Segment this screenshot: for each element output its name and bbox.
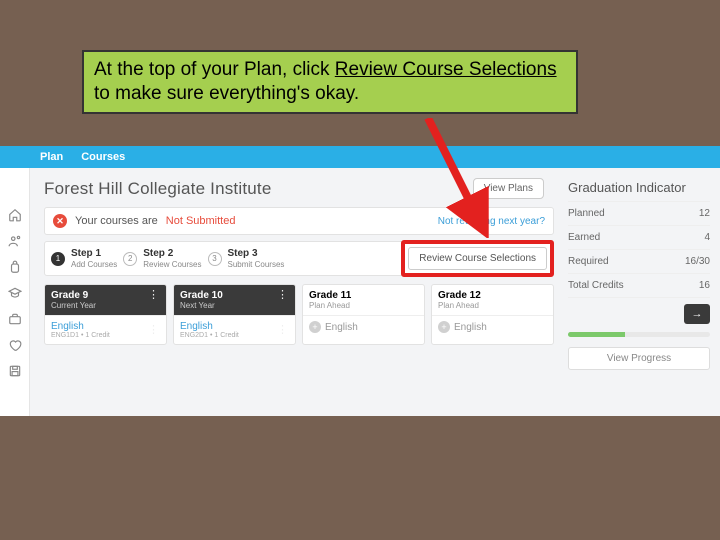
indicator-row-required: Required 16/30 — [568, 249, 710, 273]
left-sidebar — [0, 168, 30, 416]
grade-12-add[interactable]: + English — [432, 315, 553, 338]
indicator-value: 16/30 — [685, 256, 710, 267]
more-icon[interactable]: ⋮ — [148, 325, 160, 336]
grade-12-column: Grade 12 Plan Ahead + English — [431, 284, 554, 345]
view-progress-button[interactable]: View Progress — [568, 347, 710, 370]
grade-columns: Grade 9 Current Year ⋮ English ENG1D1 • … — [44, 284, 554, 345]
indicator-label: Earned — [568, 232, 600, 243]
tab-courses[interactable]: Courses — [81, 151, 125, 163]
pointer-arrow — [418, 118, 518, 238]
step-2-badge: 2 — [123, 252, 137, 266]
indicator-row-total: Total Credits 16 — [568, 273, 710, 297]
status-prefix: Your courses are — [75, 215, 158, 227]
grade-12-title: Grade 12 — [438, 290, 481, 301]
step-3-badge: 3 — [208, 252, 222, 266]
step-1-badge: 1 — [51, 252, 65, 266]
top-nav: Plan Courses — [0, 146, 720, 168]
indicator-value: 4 — [704, 232, 710, 243]
plus-icon: + — [309, 321, 321, 333]
grade-11-add[interactable]: + English — [303, 315, 424, 338]
grade-11-title: Grade 11 — [309, 290, 351, 301]
callout-emph: Review Course Selections — [335, 59, 557, 80]
grade-10-code: ENG2D1 • 1 Credit — [180, 332, 239, 339]
instruction-callout: At the top of your Plan, click Review Co… — [82, 50, 578, 114]
step-3-sub: Submit Courses — [228, 260, 285, 269]
grad-cap-icon[interactable] — [8, 286, 22, 300]
step-2-sub: Review Courses — [143, 260, 201, 269]
indicator-label: Required — [568, 256, 609, 267]
grade-10-title: Grade 10 — [180, 290, 223, 301]
indicator-value: 12 — [699, 208, 710, 219]
save-icon[interactable] — [8, 364, 22, 378]
indicator-label: Planned — [568, 208, 605, 219]
app-window: Plan Courses Forest Hill Collegiate Inst… — [0, 146, 720, 416]
grade-10-course[interactable]: English — [180, 321, 239, 332]
grade-12-course: English — [454, 322, 487, 333]
indicator-label: Total Credits — [568, 280, 624, 291]
indicator-title: Graduation Indicator — [568, 180, 710, 195]
backpack-icon[interactable] — [8, 260, 22, 274]
grade-10-sub: Next Year — [180, 301, 223, 310]
step-2-label: Step 2 — [143, 248, 201, 259]
callout-prefix: At the top of your Plan, click — [94, 59, 335, 80]
grade-11-course: English — [325, 322, 358, 333]
grade-9-code: ENG1D1 • 1 Credit — [51, 332, 110, 339]
heart-icon[interactable] — [8, 338, 22, 352]
people-icon[interactable] — [8, 234, 22, 248]
grade-9-sub: Current Year — [51, 301, 96, 310]
indicator-row-earned: Earned 4 — [568, 225, 710, 249]
more-icon[interactable]: ⋮ — [277, 290, 289, 301]
next-arrow-button[interactable]: → — [684, 304, 710, 324]
school-name: Forest Hill Collegiate Institute — [44, 179, 272, 199]
grade-9-course[interactable]: English — [51, 321, 110, 332]
plus-icon: + — [438, 321, 450, 333]
tab-plan[interactable]: Plan — [40, 151, 63, 163]
more-icon[interactable]: ⋮ — [277, 325, 289, 336]
review-course-selections-button[interactable]: Review Course Selections — [408, 247, 547, 270]
callout-suffix: to make sure everything's okay. — [94, 83, 359, 104]
indicator-row-planned: Planned 12 — [568, 201, 710, 225]
step-1-sub: Add Courses — [71, 260, 117, 269]
status-value: Not Submitted — [166, 215, 236, 227]
grade-10-column: Grade 10 Next Year ⋮ English ENG2D1 • 1 … — [173, 284, 296, 345]
home-icon[interactable] — [8, 208, 22, 222]
step-3-label: Step 3 — [228, 248, 285, 259]
indicator-value: 16 — [699, 280, 710, 291]
step-1-label: Step 1 — [71, 248, 117, 259]
briefcase-icon[interactable] — [8, 312, 22, 326]
progress-bar — [568, 332, 710, 337]
error-icon: ✕ — [53, 214, 67, 228]
grade-11-column: Grade 11 Plan Ahead + English — [302, 284, 425, 345]
graduation-indicator-panel: Graduation Indicator Planned 12 Earned 4… — [568, 178, 720, 416]
grade-9-column: Grade 9 Current Year ⋮ English ENG1D1 • … — [44, 284, 167, 345]
steps-row: 1 Step 1 Add Courses 2 Step 2 Review Cou… — [44, 241, 554, 276]
grade-12-sub: Plan Ahead — [438, 301, 481, 310]
grade-11-sub: Plan Ahead — [309, 301, 351, 310]
more-icon[interactable]: ⋮ — [148, 290, 160, 301]
grade-9-title: Grade 9 — [51, 290, 96, 301]
